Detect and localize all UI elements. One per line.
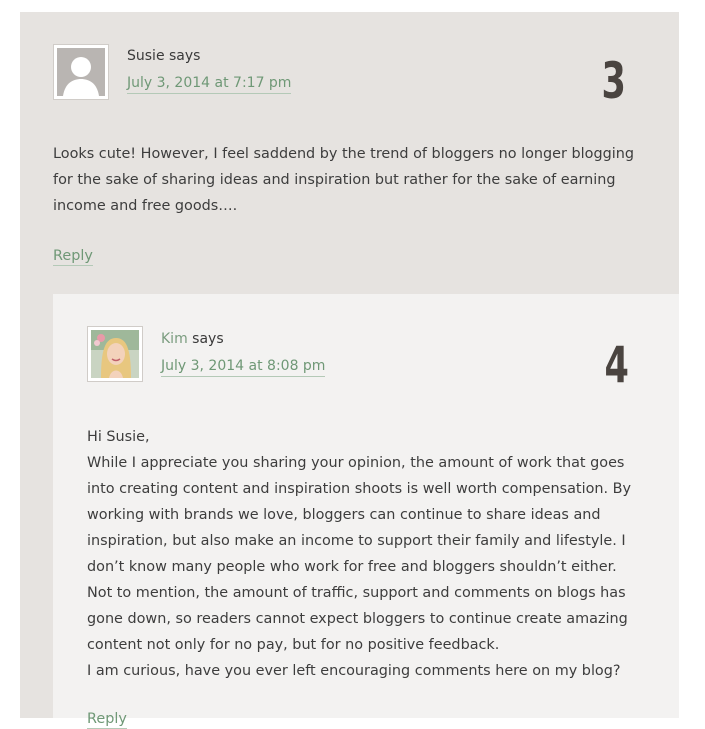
user-photo bbox=[91, 330, 139, 378]
reply-link[interactable]: Reply bbox=[87, 710, 127, 729]
comment-paragraph: Hi Susie, bbox=[87, 429, 150, 445]
default-person-icon bbox=[57, 48, 105, 96]
says-label: says bbox=[192, 331, 224, 347]
says-label: says bbox=[169, 48, 201, 64]
comment-number: 4 bbox=[604, 336, 629, 394]
avatar bbox=[87, 326, 143, 382]
reply-link[interactable]: Reply bbox=[53, 247, 93, 266]
comment-4: Kim says July 3, 2014 at 8:08 pm 4 Hi Su… bbox=[53, 294, 679, 729]
comment-author-line: Susie says bbox=[127, 48, 200, 64]
comment-author-line: Kim says bbox=[161, 331, 224, 347]
comment-author: Susie bbox=[127, 48, 165, 64]
comment-number: 3 bbox=[601, 52, 626, 110]
comment-paragraph: Not to mention, the amount of traffic, s… bbox=[87, 585, 628, 653]
comment-date-link[interactable]: July 3, 2014 at 7:17 pm bbox=[127, 74, 292, 94]
comment-3: Susie says July 3, 2014 at 7:17 pm 3 Loo… bbox=[20, 12, 679, 294]
comment-paragraph: While I appreciate you sharing your opin… bbox=[87, 455, 632, 575]
comment-author-link[interactable]: Kim bbox=[161, 331, 188, 347]
comment-body: Looks cute! However, I feel saddend by t… bbox=[53, 146, 634, 214]
comment-date-link[interactable]: July 3, 2014 at 8:08 pm bbox=[161, 357, 326, 377]
avatar bbox=[53, 44, 109, 100]
comment-paragraph: I am curious, have you ever left encoura… bbox=[87, 663, 621, 679]
